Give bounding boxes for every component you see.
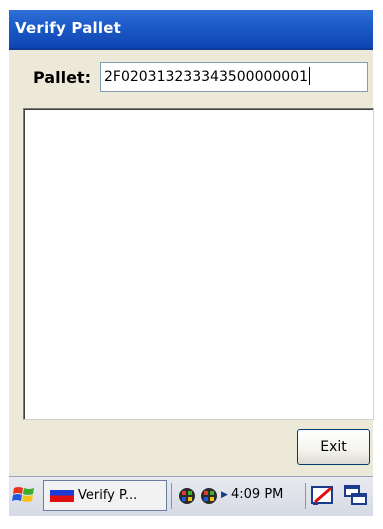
app-window: Verify Pallet Pallet: 2F0203132333435000…: [9, 10, 374, 516]
app-flag-icon: [50, 490, 74, 502]
clock[interactable]: 4:09 PM: [231, 487, 283, 502]
results-list[interactable]: [23, 108, 374, 420]
taskbar: Verify P... ▶ 4:09 PM: [9, 476, 373, 516]
text-caret: [309, 67, 311, 85]
windows-start-icon[interactable]: [11, 482, 37, 508]
title-divider: [9, 48, 373, 50]
tray-expand-arrow[interactable]: ▶: [221, 490, 228, 500]
window-title: Verify Pallet: [15, 19, 121, 37]
taskbar-separator: [305, 483, 306, 509]
network-icon-2[interactable]: [199, 486, 219, 506]
taskbar-task-verify-pallet[interactable]: Verify P...: [43, 480, 167, 511]
title-bar: Verify Pallet: [9, 10, 373, 48]
pallet-input-value: 2F020313233343500000001: [104, 69, 309, 85]
stylus-input-icon[interactable]: [309, 482, 337, 510]
pallet-input[interactable]: 2F020313233343500000001: [100, 62, 368, 92]
exit-button[interactable]: Exit: [297, 429, 370, 465]
window-switch-icon[interactable]: [342, 482, 370, 510]
network-icon[interactable]: [177, 486, 197, 506]
taskbar-separator: [171, 483, 172, 509]
pallet-label: Pallet:: [33, 68, 91, 87]
task-label: Verify P...: [78, 488, 138, 503]
